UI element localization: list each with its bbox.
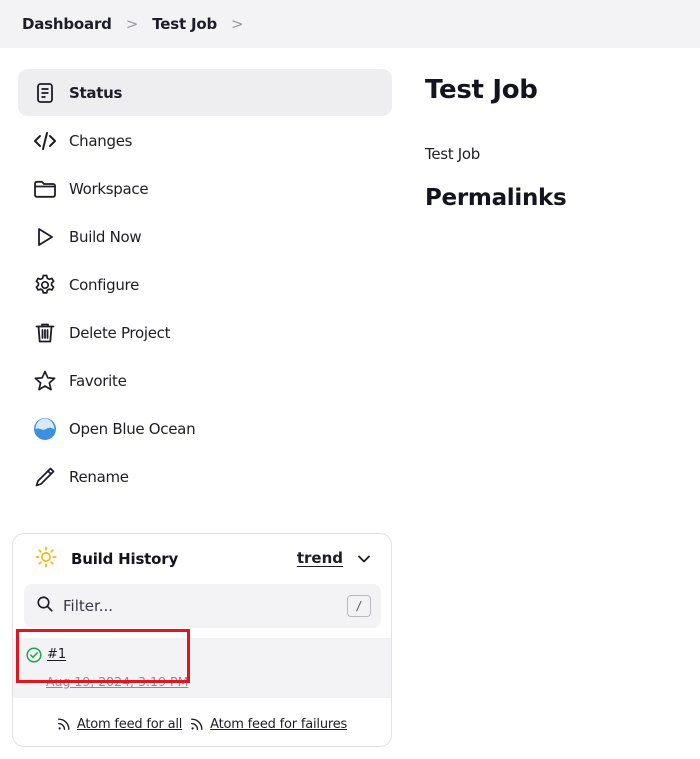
sidebar-item-label: Changes — [69, 131, 133, 150]
job-description: Test Job — [425, 145, 481, 163]
breadcrumb-test-job[interactable]: Test Job — [152, 15, 217, 33]
build-history-panel: Build History trend / #1 Aug 19, 2024, 3… — [12, 533, 392, 747]
sidebar-item-label: Workspace — [69, 179, 149, 198]
sidebar-item-label: Status — [69, 83, 123, 102]
sidebar-item-changes[interactable]: Changes — [18, 117, 392, 164]
breadcrumb-separator[interactable]: > — [231, 15, 244, 33]
play-icon — [32, 224, 58, 250]
build-filter: / — [24, 584, 381, 628]
build-history-header: Build History trend — [13, 534, 391, 584]
atom-feed-all-link[interactable]: Atom feed for all — [77, 717, 182, 732]
sun-icon — [35, 546, 57, 572]
sidebar-item-rename[interactable]: Rename — [18, 453, 392, 500]
sidebar-item-status[interactable]: Status — [18, 69, 392, 116]
sidebar-item-label: Favorite — [69, 371, 127, 390]
status-document-icon — [32, 80, 58, 106]
sidebar-item-build-now[interactable]: Build Now — [18, 213, 392, 260]
sidebar-item-label: Configure — [69, 275, 140, 294]
blue-ocean-icon — [32, 416, 58, 442]
build-row[interactable]: #1 Aug 19, 2024, 3:19 PM — [13, 638, 391, 698]
keyboard-shortcut-hint: / — [347, 595, 371, 617]
sidebar-item-configure[interactable]: Configure — [18, 261, 392, 308]
pencil-icon — [32, 464, 58, 490]
success-check-icon — [26, 647, 42, 663]
sidebar-item-open-blue-ocean[interactable]: Open Blue Ocean — [18, 405, 392, 452]
rss-icon — [57, 718, 70, 730]
sidebar-item-favorite[interactable]: Favorite — [18, 357, 392, 404]
sidebar-item-label: Rename — [69, 467, 129, 486]
main-content: Test Job Test Job Permalinks — [425, 75, 695, 211]
build-history-title: Build History — [71, 550, 179, 568]
atom-feeds: Atom feed for all Atom feed for failures — [13, 710, 391, 738]
filter-input[interactable] — [63, 597, 323, 615]
breadcrumb: Dashboard > Test Job > — [0, 0, 700, 48]
chevron-down-icon[interactable] — [357, 551, 371, 565]
page-title: Test Job — [425, 75, 538, 105]
build-date-link[interactable]: Aug 19, 2024, 3:19 PM — [46, 674, 188, 689]
permalinks-heading: Permalinks — [425, 185, 567, 211]
sidebar-item-label: Open Blue Ocean — [69, 419, 196, 438]
feed-failures[interactable]: Atom feed for failures — [190, 717, 347, 732]
trend-link[interactable]: trend — [297, 549, 343, 567]
sidebar-item-delete-project[interactable]: Delete Project — [18, 309, 392, 356]
sidebar-item-label: Build Now — [69, 227, 142, 246]
code-icon — [32, 128, 58, 154]
sidebar-item-workspace[interactable]: Workspace — [18, 165, 392, 212]
gear-icon — [32, 272, 58, 298]
trash-icon — [32, 320, 58, 346]
rss-icon — [191, 718, 203, 730]
feed-all[interactable]: Atom feed for all — [57, 717, 182, 732]
folder-icon — [32, 176, 58, 202]
breadcrumb-dashboard[interactable]: Dashboard — [22, 15, 112, 33]
search-icon — [36, 595, 54, 617]
sidebar-tasks: Status Changes Workspace Build Now Confi… — [18, 69, 392, 501]
sidebar-item-label: Delete Project — [69, 323, 171, 342]
star-icon — [32, 368, 58, 394]
build-number-link[interactable]: #1 — [47, 647, 66, 662]
breadcrumb-separator: > — [125, 15, 139, 33]
atom-feed-failures-link[interactable]: Atom feed for failures — [210, 717, 347, 732]
